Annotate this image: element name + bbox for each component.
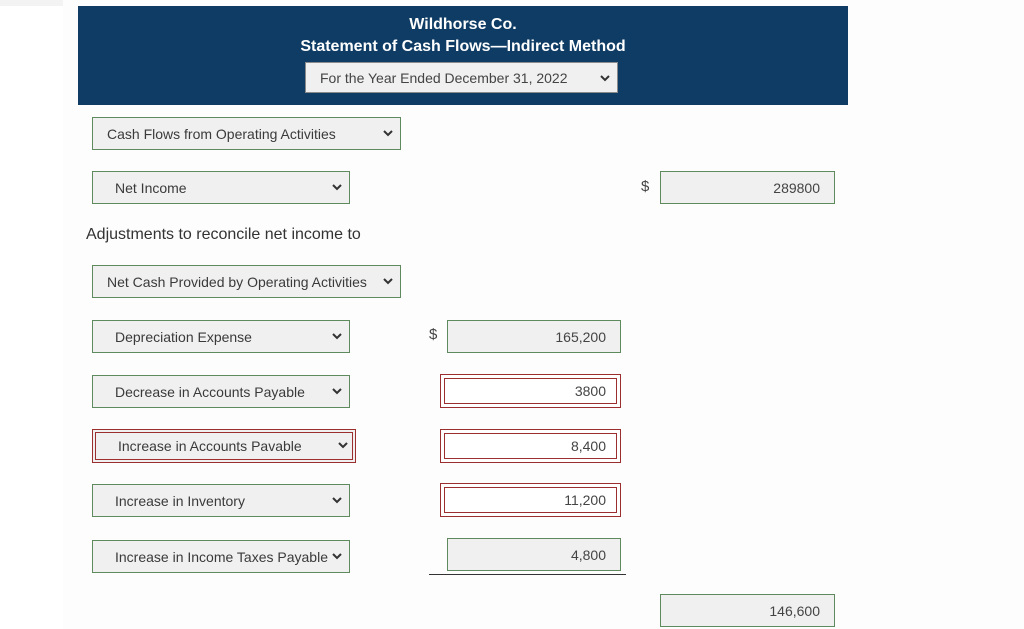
adjustment-amount-input[interactable]: 4,800	[447, 538, 621, 571]
adjustment-label: Depreciation Expense	[115, 329, 252, 345]
total-adjustments-amount: 146,600	[769, 603, 820, 619]
chevron-down-icon	[332, 553, 342, 560]
chevron-down-icon	[383, 130, 393, 137]
net-income-label: Net Income	[115, 180, 187, 196]
adjustment-amount: 11,200	[564, 492, 606, 508]
adjustment-select[interactable]: Increase in Income Taxes Payable	[92, 540, 350, 573]
adjustments-select-label: Net Cash Provided by Operating Activitie…	[107, 274, 367, 290]
adjustment-amount-input[interactable]: 3800	[440, 374, 621, 408]
adjustment-label: Decrease in Accounts Payable	[115, 384, 305, 400]
adjustment-amount-input[interactable]: 8,400	[440, 429, 621, 463]
chevron-down-icon	[338, 442, 348, 449]
net-income-amount-input[interactable]: 289800	[660, 171, 835, 204]
period-select-label: For the Year Ended December 31, 2022	[320, 70, 568, 86]
chevron-down-icon	[332, 497, 342, 504]
chevron-down-icon	[383, 278, 393, 285]
statement-title: Statement of Cash Flows—Indirect Method	[300, 38, 626, 55]
company-name: Wildhorse Co.	[409, 16, 517, 33]
adjustment-select[interactable]: Increase in Accounts Pavable	[92, 429, 356, 463]
currency-symbol: $	[641, 178, 650, 195]
currency-symbol: $	[429, 326, 438, 343]
adjustments-select[interactable]: Net Cash Provided by Operating Activitie…	[92, 265, 401, 298]
adjustments-heading: Adjustments to reconcile net income to	[86, 226, 361, 243]
section-select[interactable]: Cash Flows from Operating Activities	[92, 117, 401, 150]
adjustment-amount: 165,200	[555, 329, 606, 345]
subtotal-underline	[429, 574, 626, 575]
net-income-amount: 289800	[773, 180, 820, 196]
period-select[interactable]: For the Year Ended December 31, 2022	[305, 62, 618, 93]
adjustment-label: Increase in Accounts Pavable	[118, 438, 302, 454]
adjustment-amount: 8,400	[570, 438, 606, 454]
statement-header: Wildhorse Co. Statement of Cash Flows—In…	[78, 6, 848, 105]
adjustment-amount-input[interactable]: 11,200	[440, 483, 621, 517]
adjustment-select[interactable]: Depreciation Expense	[92, 320, 350, 353]
adjustment-label: Increase in Income Taxes Payable	[115, 549, 328, 565]
total-adjustments-input[interactable]: 146,600	[660, 594, 835, 627]
net-income-select[interactable]: Net Income	[92, 171, 350, 204]
section-select-label: Cash Flows from Operating Activities	[107, 126, 336, 142]
adjustment-select[interactable]: Decrease in Accounts Payable	[92, 375, 350, 408]
chevron-down-icon	[332, 184, 342, 191]
adjustment-select[interactable]: Increase in Inventory	[92, 484, 350, 517]
chevron-down-icon	[332, 388, 342, 395]
chevron-down-icon	[600, 75, 610, 82]
adjustment-amount: 3800	[574, 383, 606, 399]
adjustment-amount: 4,800	[570, 547, 606, 563]
chevron-down-icon	[332, 333, 342, 340]
adjustment-amount-input[interactable]: 165,200	[447, 320, 621, 353]
adjustment-label: Increase in Inventory	[115, 493, 245, 509]
